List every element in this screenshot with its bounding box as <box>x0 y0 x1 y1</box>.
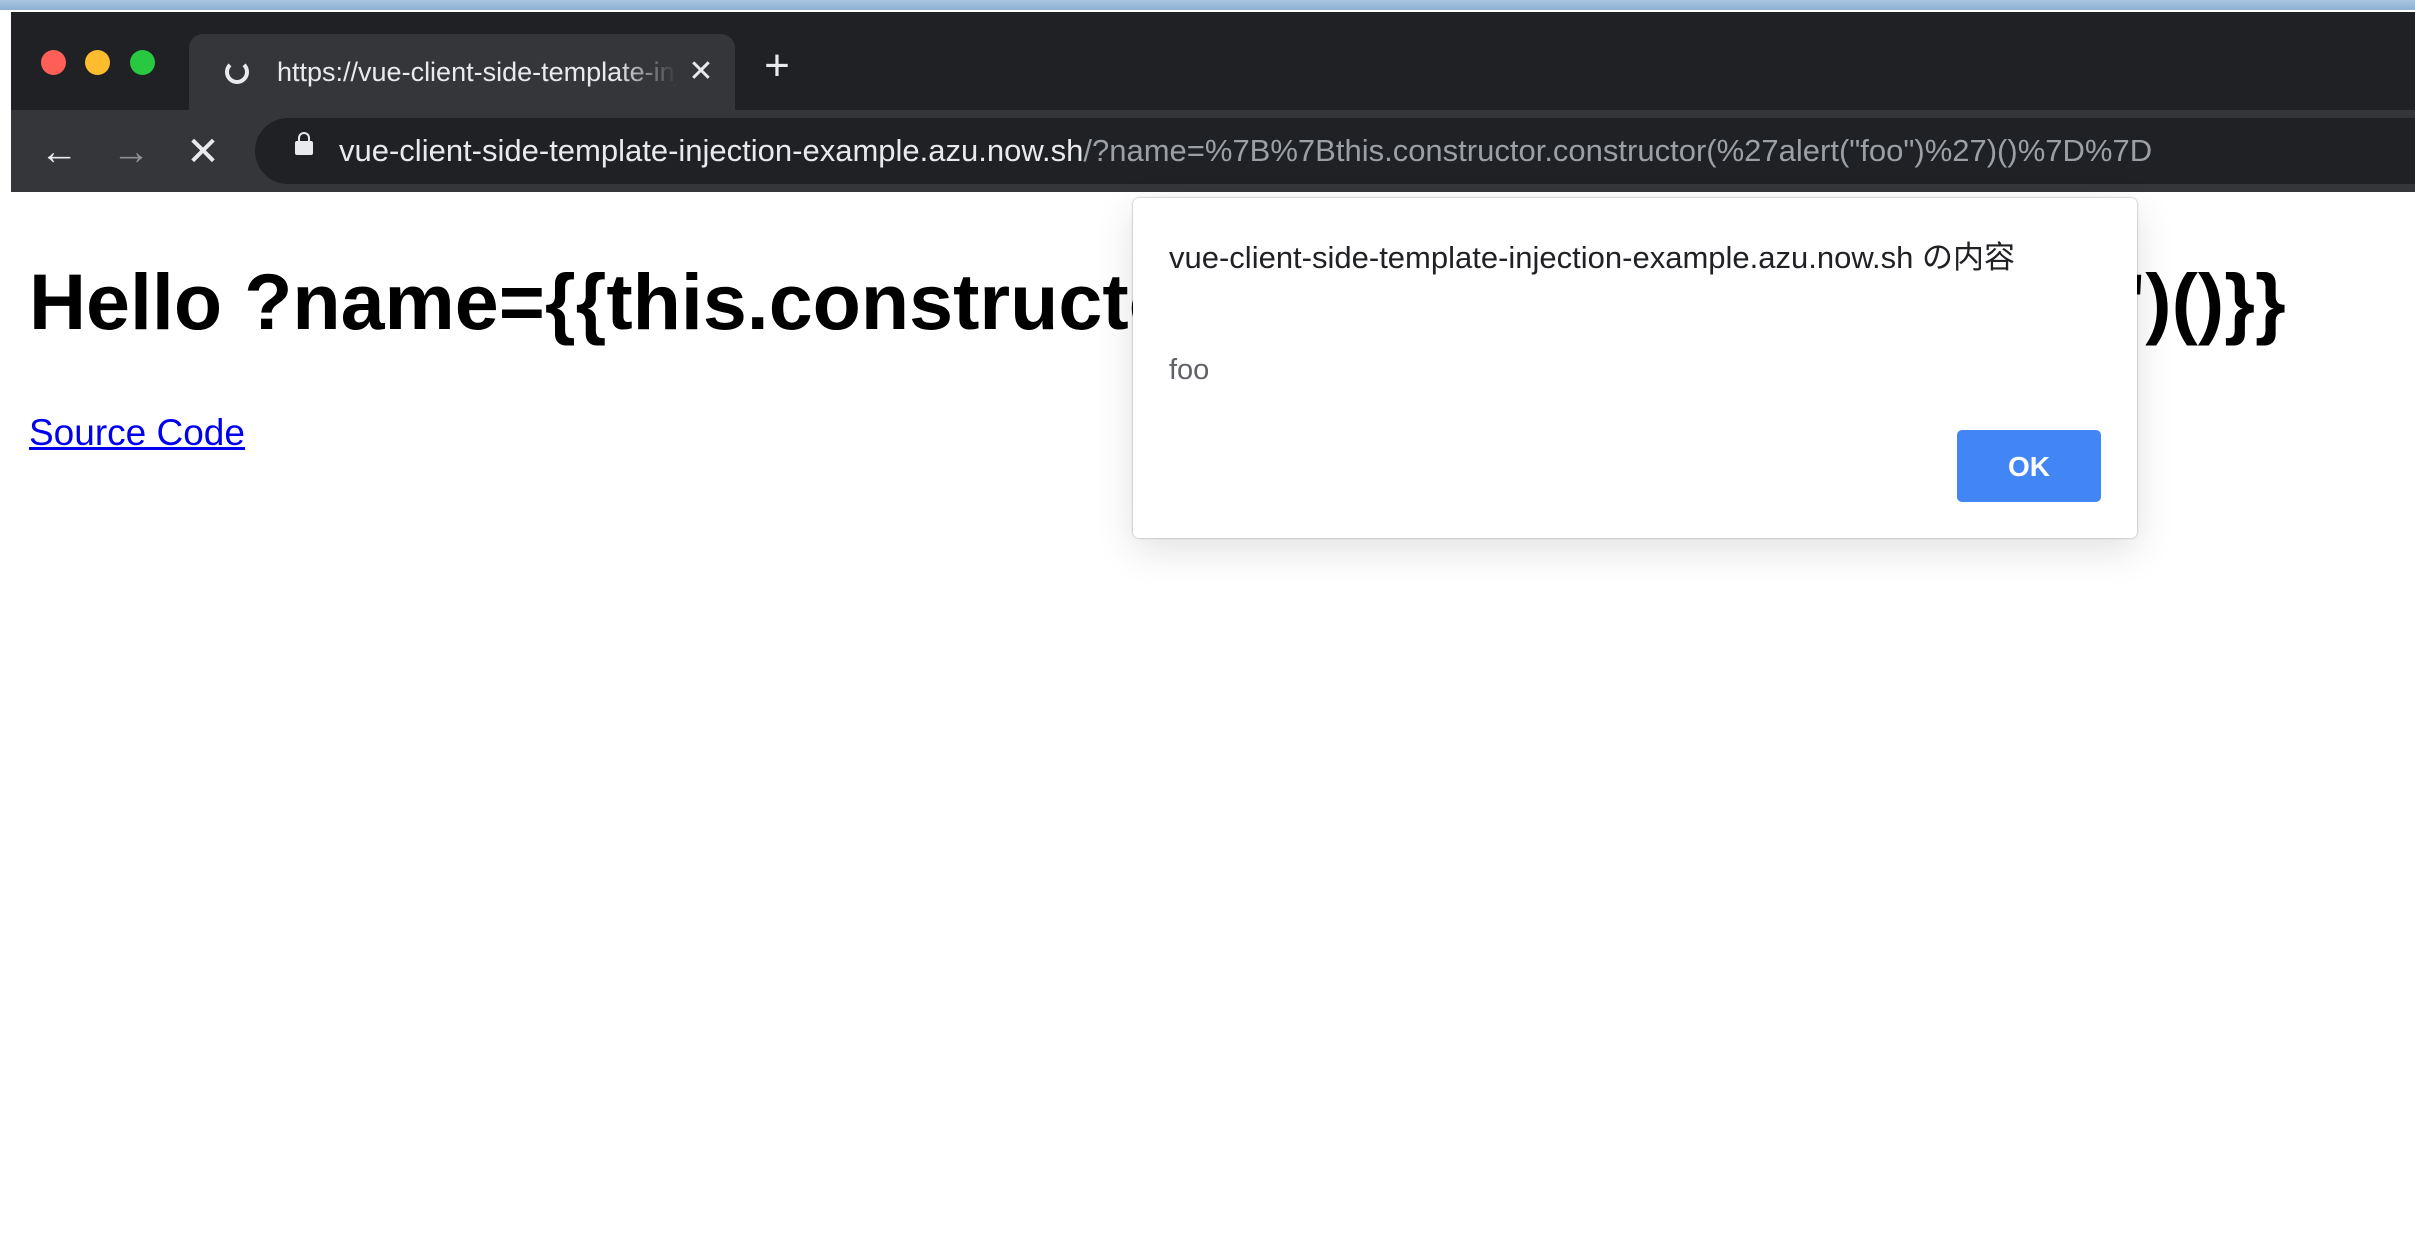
window-maximize-button[interactable] <box>130 50 155 75</box>
tab-strip: https://vue-client-side-template-injecti… <box>11 12 2415 110</box>
browser-window: https://vue-client-side-template-injecti… <box>11 12 2415 1253</box>
stop-loading-icon[interactable]: ✕ <box>179 128 227 176</box>
url-host: vue-client-side-template-injection-examp… <box>339 133 1084 168</box>
window-edge <box>0 10 11 1253</box>
desktop-strip <box>0 0 2415 10</box>
alert-dialog: vue-client-side-template-injection-examp… <box>1133 198 2137 538</box>
tab-close-icon[interactable]: ✕ <box>683 54 719 90</box>
window-close-button[interactable] <box>41 50 66 75</box>
forward-arrow-icon[interactable]: → <box>107 128 155 176</box>
browser-toolbar: ← → ✕ vue-client-side-template-injection… <box>11 110 2415 192</box>
window-minimize-button[interactable] <box>85 50 110 75</box>
lock-icon[interactable] <box>295 132 313 155</box>
url-text[interactable]: vue-client-side-template-injection-examp… <box>339 132 2152 170</box>
tab-title: https://vue-client-side-template-injecti… <box>277 57 677 87</box>
source-code-link[interactable]: Source Code <box>29 410 245 456</box>
address-bar[interactable]: vue-client-side-template-injection-examp… <box>255 118 2415 184</box>
ok-button[interactable]: OK <box>1957 430 2101 502</box>
loading-spinner-icon <box>225 60 249 84</box>
new-tab-button[interactable]: + <box>753 42 801 90</box>
url-query: /?name=%7B%7Bthis.constructor.constructo… <box>1083 133 2153 168</box>
dialog-title: vue-client-side-template-injection-examp… <box>1169 240 2015 275</box>
dialog-message: foo <box>1169 354 1210 386</box>
tab-active[interactable]: https://vue-client-side-template-injecti… <box>189 34 735 110</box>
back-arrow-icon[interactable]: ← <box>35 128 83 176</box>
